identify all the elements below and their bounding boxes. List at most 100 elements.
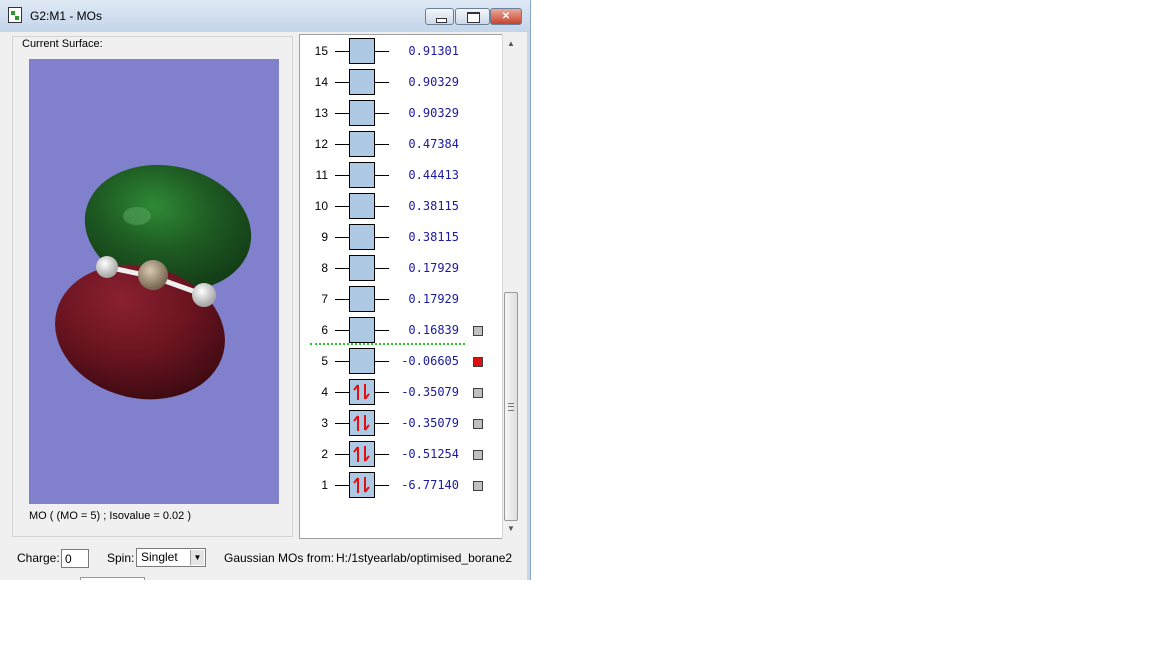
highlight	[123, 207, 151, 225]
level-line	[335, 392, 349, 393]
surface-panel: Current Surface: MO ((MO = 5) ; Isovalu…	[12, 36, 293, 537]
mo-energy-list[interactable]: 15 0.91301 14 0.90329 13 0.90329 12 0.47384 11 0.…	[299, 34, 519, 539]
orbital-level-box[interactable]	[349, 472, 375, 498]
scroll-thumb[interactable]	[504, 292, 518, 521]
mo-checkbox[interactable]	[473, 326, 483, 336]
mo-energy: -0.06605	[401, 354, 459, 368]
molecule-viewport[interactable]	[29, 59, 279, 504]
mo-row[interactable]: 15 0.91301	[300, 37, 500, 65]
mo-energy: -6.77140	[401, 478, 459, 492]
level-line	[375, 454, 389, 455]
footer-bar: Charge: 0 Spin: Singlet ▼ Gaussian MOs f…	[0, 540, 530, 580]
mo-energy: 0.16839	[408, 323, 459, 337]
scroll-up-icon[interactable]: ▲	[503, 36, 519, 52]
level-line	[335, 113, 349, 114]
orbital-level-box[interactable]	[349, 379, 375, 405]
grip-icon	[508, 403, 514, 411]
mo-row[interactable]: 1 -6.77140	[300, 471, 500, 499]
orbital-level-box[interactable]	[349, 224, 375, 250]
level-line	[335, 423, 349, 424]
mo-row[interactable]: 13 0.90329	[300, 99, 500, 127]
mo-energy: 0.17929	[408, 261, 459, 275]
source-path: H:/1styearlab/optimised_borane2	[336, 551, 513, 565]
close-icon: ✕	[501, 11, 511, 22]
electron-pair-icon	[353, 415, 370, 431]
level-line	[375, 175, 389, 176]
mo-number: 13	[314, 106, 328, 120]
mo-row[interactable]: 3 -0.35079	[300, 409, 500, 437]
mo-row[interactable]: 4 -0.35079	[300, 378, 500, 406]
mo-selected-indicator[interactable]	[473, 357, 483, 367]
level-line	[335, 206, 349, 207]
mo-row[interactable]: 9 0.38115	[300, 223, 500, 251]
mo-number: 15	[314, 44, 328, 58]
minimize-icon	[436, 18, 447, 23]
vertical-scrollbar[interactable]: ▲ ▼	[502, 34, 519, 539]
level-line	[335, 175, 349, 176]
mo-row[interactable]: 12 0.47384	[300, 130, 500, 158]
tab-stub[interactable]	[80, 577, 145, 580]
mo-checkbox[interactable]	[473, 450, 483, 460]
orbital-level-box[interactable]	[349, 286, 375, 312]
charge-label: Charge:	[17, 551, 60, 565]
spin-value: Singlet	[141, 550, 178, 564]
charge-input[interactable]: 0	[61, 549, 89, 568]
electron-pair-icon	[353, 384, 370, 400]
level-line	[375, 485, 389, 486]
mo-number: 4	[321, 385, 328, 399]
orbital-level-box[interactable]	[349, 410, 375, 436]
window-border	[527, 32, 530, 580]
mo-energy: 0.47384	[408, 137, 459, 151]
orbital-level-box[interactable]	[349, 131, 375, 157]
orbital-level-box[interactable]	[349, 162, 375, 188]
level-line	[335, 82, 349, 83]
orbital-level-box[interactable]	[349, 38, 375, 64]
mo-energy: -0.51254	[401, 447, 459, 461]
mo-energy: 0.17929	[408, 292, 459, 306]
level-line	[335, 237, 349, 238]
mo-number: 14	[314, 75, 328, 89]
mo-energy: 0.38115	[408, 199, 459, 213]
mo-row[interactable]: 7 0.17929	[300, 285, 500, 313]
mo-checkbox[interactable]	[473, 481, 483, 491]
mo-row[interactable]: 8 0.17929	[300, 254, 500, 282]
source-label: Gaussian MOs from:	[224, 551, 335, 565]
title-bar[interactable]: G2:M1 - MOs ✕	[0, 0, 530, 32]
orbital-level-box[interactable]	[349, 441, 375, 467]
app-icon	[8, 7, 22, 23]
minimize-button[interactable]	[425, 8, 454, 25]
level-line	[375, 113, 389, 114]
mo-energy: 0.91301	[408, 44, 459, 58]
mo-row[interactable]: 6 0.16839	[300, 316, 500, 344]
orbital-render	[55, 164, 252, 400]
orbital-level-box[interactable]	[349, 317, 375, 343]
spin-select[interactable]: Singlet ▼	[136, 548, 206, 567]
mo-energy: 0.90329	[408, 106, 459, 120]
mo-row[interactable]: 2 -0.51254	[300, 440, 500, 468]
mo-checkbox[interactable]	[473, 388, 483, 398]
mo-row[interactable]: 11 0.44413	[300, 161, 500, 189]
mo-number: 9	[321, 230, 328, 244]
electron-pair-icon	[353, 446, 370, 462]
level-line	[375, 361, 389, 362]
mo-row[interactable]: 10 0.38115	[300, 192, 500, 220]
mo-row[interactable]: 5 -0.06605	[300, 347, 500, 375]
maximize-button[interactable]	[455, 8, 490, 25]
orbital-level-box[interactable]	[349, 69, 375, 95]
level-line	[335, 299, 349, 300]
orbital-level-box[interactable]	[349, 193, 375, 219]
scroll-down-icon[interactable]: ▼	[503, 521, 519, 537]
mo-row[interactable]: 14 0.90329	[300, 68, 500, 96]
mo-number: 2	[321, 447, 328, 461]
level-line	[335, 454, 349, 455]
mo-caption: MO ( (MO = 5) ; Isovalue = 0.02 )	[29, 510, 191, 522]
orbital-level-box[interactable]	[349, 348, 375, 374]
dropdown-arrow-icon[interactable]: ▼	[190, 550, 204, 565]
mo-checkbox[interactable]	[473, 419, 483, 429]
mo-number: 7	[321, 292, 328, 306]
level-line	[335, 330, 349, 331]
level-line	[335, 51, 349, 52]
orbital-level-box[interactable]	[349, 100, 375, 126]
close-button[interactable]: ✕	[490, 8, 522, 25]
orbital-level-box[interactable]	[349, 255, 375, 281]
